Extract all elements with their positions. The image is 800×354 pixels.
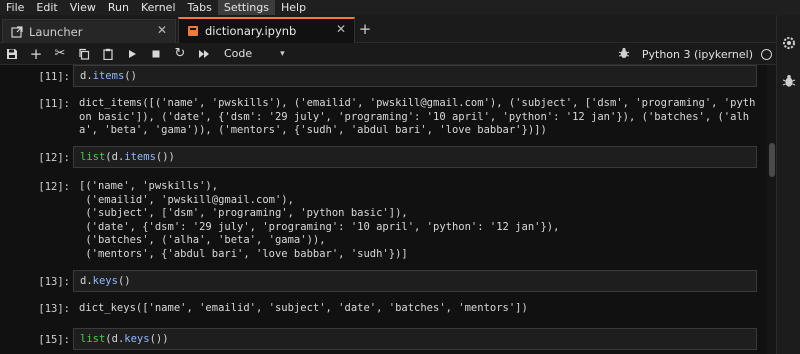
code-method: keys <box>92 275 118 287</box>
menu-help[interactable]: Help <box>275 0 312 15</box>
cell-input-editor[interactable]: d.keys() <box>73 270 757 292</box>
code-suffix: ()) <box>149 333 169 345</box>
code-object: d <box>111 333 118 345</box>
add-tab-button[interactable]: + <box>356 20 374 40</box>
output-prompt: [13]: <box>38 303 70 315</box>
cell-type-label: Code <box>224 47 253 60</box>
cell-output: dict_items([('name', 'pwskills'), ('emai… <box>79 97 756 136</box>
restart-icon[interactable]: ↻ <box>168 43 192 65</box>
menu-file[interactable]: File <box>0 0 30 15</box>
scrollbar-thumb[interactable] <box>769 143 775 177</box>
close-icon[interactable]: ✕ <box>157 23 167 37</box>
debugger-icon[interactable] <box>618 47 630 62</box>
right-sidebar <box>776 15 800 354</box>
output-prompt: [12]: <box>38 181 70 193</box>
launcher-icon <box>11 25 23 38</box>
input-prompt: [11]: <box>38 71 70 83</box>
tab-dictionary-notebook[interactable]: dictionary.ipynb ✕ <box>178 17 355 43</box>
notebook-scrollbar[interactable] <box>767 65 776 354</box>
cell-input-editor[interactable]: d.items() <box>73 65 757 87</box>
code-method: items <box>92 70 125 82</box>
run-icon[interactable] <box>120 43 144 65</box>
paste-icon[interactable] <box>96 43 120 65</box>
menu-view[interactable]: View <box>64 0 102 15</box>
code-object: d <box>80 275 87 287</box>
cut-icon[interactable]: ✂ <box>48 43 72 65</box>
output-prompt: [11]: <box>38 98 70 110</box>
code-object: d <box>111 151 118 163</box>
menu-settings[interactable]: Settings <box>217 0 275 15</box>
property-inspector-icon[interactable] <box>782 35 796 49</box>
tab-launcher[interactable]: Launcher ✕ <box>2 19 176 43</box>
menu-kernel[interactable]: Kernel <box>135 0 182 15</box>
tab-dictionary-label: dictionary.ipynb <box>205 24 297 38</box>
menu-edit[interactable]: Edit <box>30 0 63 15</box>
input-prompt: [13]: <box>38 276 70 288</box>
code-function: list <box>80 333 106 345</box>
code-method: keys <box>124 333 150 345</box>
kernel-status-icon <box>761 48 772 60</box>
insert-cell-icon[interactable]: + <box>24 43 48 65</box>
code-function: list <box>80 151 106 163</box>
cell-output: [('name', 'pwskills'), ('emailid', 'pwsk… <box>79 180 560 260</box>
copy-icon[interactable] <box>72 43 96 65</box>
cell-input-editor[interactable]: list(d.items()) <box>73 146 757 168</box>
save-icon[interactable] <box>0 43 24 65</box>
notebook-panel: [11]: d.items() [11]: dict_items([('name… <box>0 65 766 354</box>
cell-type-dropdown[interactable]: Code ▾ <box>224 47 285 60</box>
code-suffix: () <box>124 70 137 82</box>
tab-launcher-label: Launcher <box>29 24 83 39</box>
chevron-down-icon: ▾ <box>280 48 285 59</box>
kernel-area: Python 3 (ipykernel) <box>618 43 772 65</box>
kernel-name[interactable]: Python 3 (ipykernel) <box>642 48 753 61</box>
code-object: d <box>80 70 87 82</box>
fast-forward-icon[interactable] <box>192 43 216 65</box>
notebook-toolbar: + ✂ ↻ Code ▾ Python 3 (ipykernel) <box>0 43 776 65</box>
code-method: items <box>124 151 156 163</box>
input-prompt: [15]: <box>38 334 70 346</box>
close-icon[interactable]: ✕ <box>336 22 346 36</box>
menu-tabs[interactable]: Tabs <box>182 0 218 15</box>
stop-icon[interactable] <box>144 43 168 65</box>
cell-output: dict_keys(['name', 'emailid', 'subject',… <box>79 302 528 314</box>
code-suffix: () <box>117 275 131 287</box>
menu-run[interactable]: Run <box>102 0 135 15</box>
menu-bar: File Edit View Run Kernel Tabs Settings … <box>0 0 800 15</box>
input-prompt: [12]: <box>38 152 70 164</box>
debugger-icon[interactable] <box>782 73 796 87</box>
cell-input-editor[interactable]: list(d.keys()) <box>73 328 757 350</box>
notebook-icon <box>187 25 199 37</box>
code-suffix: ()) <box>155 151 175 163</box>
tab-bar: Launcher ✕ dictionary.ipynb ✕ <box>0 15 800 43</box>
